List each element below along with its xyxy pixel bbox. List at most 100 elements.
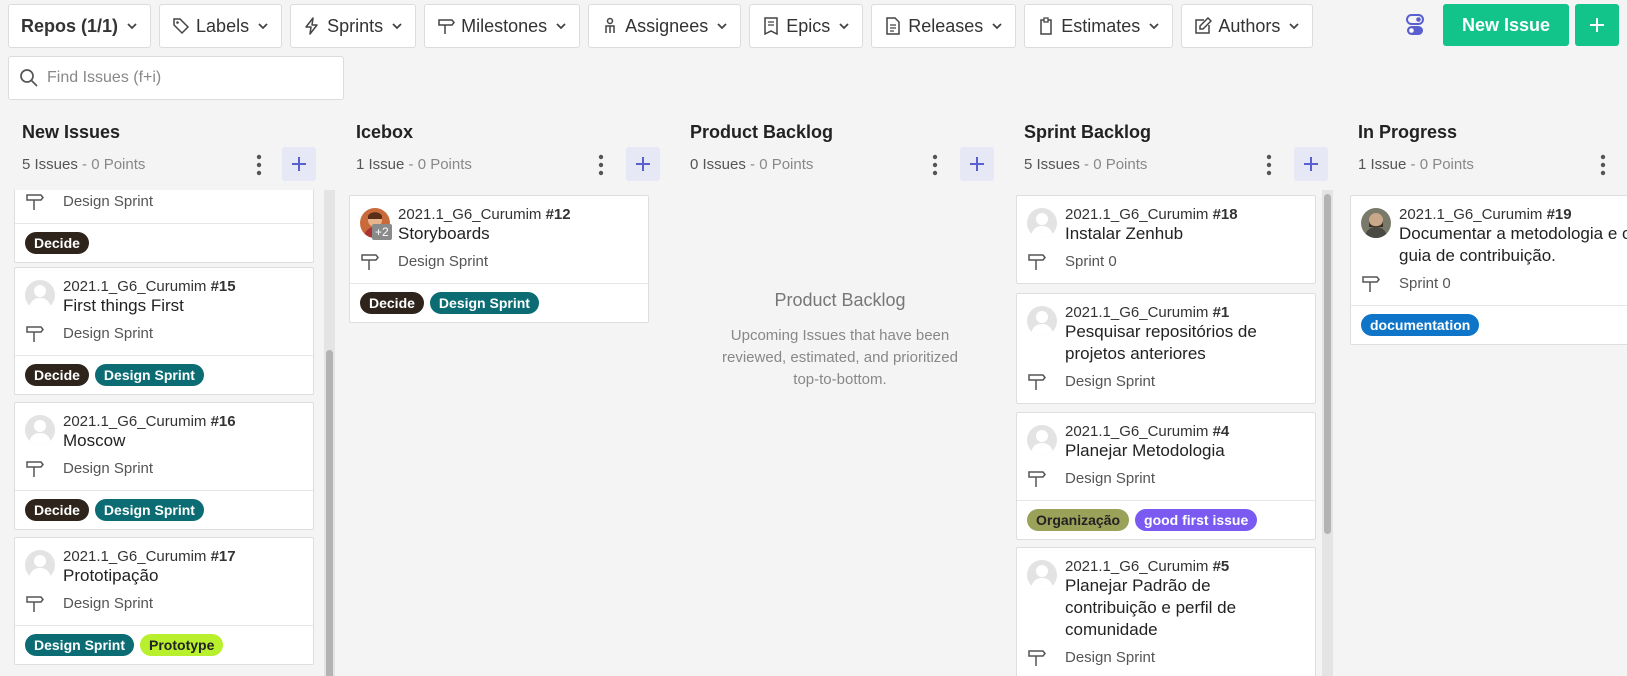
point-count: - 0 Points	[404, 156, 472, 173]
milestone-name: Design Sprint	[63, 594, 154, 612]
epic-document-icon	[762, 17, 780, 35]
issue-repo: 2021.1_G6_Curumim #12	[398, 206, 571, 223]
issue-card[interactable]: 2021.1_G6_Curumim #4 Planejar Metodologi…	[1016, 412, 1316, 540]
milestone-name: Design Sprint	[63, 459, 154, 477]
point-count: - 0 Points	[77, 156, 146, 173]
issue-card[interactable]: 2021.1_G6_Curumim #16 Moscow Design Spri…	[14, 402, 314, 530]
issue-number: #17	[210, 548, 236, 565]
plus-icon	[1302, 155, 1320, 173]
pipeline-new-issues: New Issues 5 Issues - 0 Points Design Sp…	[14, 110, 335, 676]
pipeline-scrollbar[interactable]	[1322, 190, 1333, 676]
clipboard-icon	[1037, 17, 1055, 35]
add-issue-button[interactable]	[282, 147, 316, 181]
chevron-down-icon	[391, 20, 403, 32]
issue-title: Moscow	[63, 431, 126, 450]
pipeline-scrollbar[interactable]	[324, 190, 335, 676]
sprints-filter-label: Sprints	[327, 15, 384, 36]
issue-title: First things First	[63, 296, 184, 315]
chevron-down-icon	[257, 20, 269, 32]
pipeline-stats: 0 Issues - 0 Points	[690, 156, 813, 173]
more-options-icon[interactable]	[591, 152, 611, 178]
issue-card[interactable]: 2021.1_G6_Curumim #5 Planejar Padrão de …	[1016, 547, 1316, 676]
more-options-icon[interactable]	[249, 152, 269, 178]
file-text-icon	[884, 17, 902, 35]
plus-icon	[1588, 16, 1606, 34]
search-icon	[19, 68, 39, 88]
label-badge[interactable]: Prototype	[140, 634, 224, 656]
signpost-icon	[360, 251, 380, 271]
person-icon	[601, 17, 619, 35]
labels-filter-button[interactable]: Labels	[159, 4, 283, 48]
issue-card[interactable]: +2 2021.1_G6_Curumim #12 Storyboards Des…	[349, 195, 649, 323]
avatar	[1027, 560, 1057, 590]
search-input[interactable]	[47, 69, 317, 87]
scrollbar-thumb[interactable]	[1324, 194, 1331, 534]
issue-count: 1 Issue	[356, 156, 405, 173]
assignees-filter-button[interactable]: Assignees	[588, 4, 742, 48]
toggle-icon[interactable]	[1403, 13, 1427, 37]
label-badge[interactable]: Design Sprint	[94, 499, 204, 521]
empty-pipeline-placeholder: Product Backlog Upcoming Issues that hav…	[690, 290, 990, 391]
tag-icon	[172, 17, 190, 35]
issue-card[interactable]: 2021.1_G6_Curumim #1 Pesquisar repositór…	[1016, 293, 1316, 404]
label-badge[interactable]: Design Sprint	[25, 634, 135, 656]
label-badge[interactable]: Decide	[25, 364, 89, 386]
repos-filter-button[interactable]: Repos (1/1)	[8, 4, 152, 48]
issue-repo: 2021.1_G6_Curumim #17	[63, 548, 236, 565]
issue-title: Instalar Zenhub	[1065, 224, 1184, 243]
issue-count: 0 Issues	[690, 156, 746, 173]
issue-repo: 2021.1_G6_Curumim #19	[1399, 206, 1572, 223]
find-issues-search	[8, 56, 344, 100]
chevron-down-icon	[555, 20, 567, 32]
releases-filter-button[interactable]: Releases	[871, 4, 1017, 48]
chevron-down-icon	[126, 20, 138, 32]
label-badge[interactable]: Design Sprint	[429, 292, 539, 314]
avatar	[1027, 306, 1057, 336]
pipeline-title: Icebox	[356, 122, 414, 142]
more-options-icon[interactable]	[1259, 152, 1279, 178]
label-badge[interactable]: Design Sprint	[94, 364, 204, 386]
label-badge[interactable]: Decide	[25, 499, 89, 521]
signpost-icon	[25, 191, 45, 211]
label-badge[interactable]: Decide	[25, 232, 89, 254]
estimates-filter-button[interactable]: Estimates	[1024, 4, 1174, 48]
empty-title: Product Backlog	[774, 290, 906, 310]
pipeline-stats: 1 Issue - 0 Points	[1358, 156, 1474, 173]
issue-card[interactable]: 2021.1_G6_Curumim #17 Prototipação Desig…	[14, 537, 314, 665]
signpost-icon	[25, 323, 45, 343]
issue-title: Prototipação	[63, 566, 159, 585]
label-badge[interactable]: Decide	[360, 292, 424, 314]
milestone-name: Design Sprint	[63, 192, 154, 210]
issue-repo: 2021.1_G6_Curumim #5	[1065, 558, 1230, 575]
issue-card[interactable]: 2021.1_G6_Curumim #15 First things First…	[14, 267, 314, 395]
scrollbar-thumb[interactable]	[326, 350, 333, 676]
label-badge[interactable]: good first issue	[1135, 509, 1258, 531]
add-issue-button[interactable]	[626, 147, 660, 181]
avatar	[25, 550, 55, 580]
add-issue-button[interactable]	[960, 147, 994, 181]
sprints-filter-button[interactable]: Sprints	[290, 4, 417, 48]
pipeline-title: In Progress	[1358, 122, 1458, 142]
milestones-filter-button[interactable]: Milestones	[424, 4, 581, 48]
add-issue-button[interactable]	[1294, 147, 1328, 181]
chevron-down-icon	[991, 20, 1003, 32]
milestones-filter-label: Milestones	[461, 15, 548, 36]
pipeline-icebox: Icebox 1 Issue - 0 Points +2 2021.1_G6_C…	[348, 110, 668, 676]
authors-filter-button[interactable]: Authors	[1181, 4, 1314, 48]
issue-title: Planejar Metodologia	[1065, 441, 1225, 460]
milestone-name: Design Sprint	[63, 324, 154, 342]
add-button[interactable]	[1575, 4, 1619, 46]
more-options-icon[interactable]	[925, 152, 945, 178]
issue-card[interactable]: 2021.1_G6_Curumim #18 Instalar Zenhub Sp…	[1016, 195, 1316, 284]
label-badge[interactable]: documentation	[1361, 314, 1480, 336]
new-issue-button[interactable]: New Issue	[1442, 4, 1569, 46]
issue-card[interactable]: 2021.1_G6_Curumim #19 Documentar a metod…	[1350, 195, 1627, 345]
releases-filter-label: Releases	[908, 15, 984, 36]
labels-filter-label: Labels	[196, 15, 250, 36]
more-options-icon[interactable]	[1593, 152, 1613, 178]
issue-card[interactable]: Design Sprint Decide	[14, 190, 314, 263]
epics-filter-button[interactable]: Epics	[749, 4, 864, 48]
label-badge[interactable]: Organização	[1027, 509, 1130, 531]
pipeline-title: Product Backlog	[690, 122, 834, 142]
issue-number: #4	[1212, 423, 1230, 440]
